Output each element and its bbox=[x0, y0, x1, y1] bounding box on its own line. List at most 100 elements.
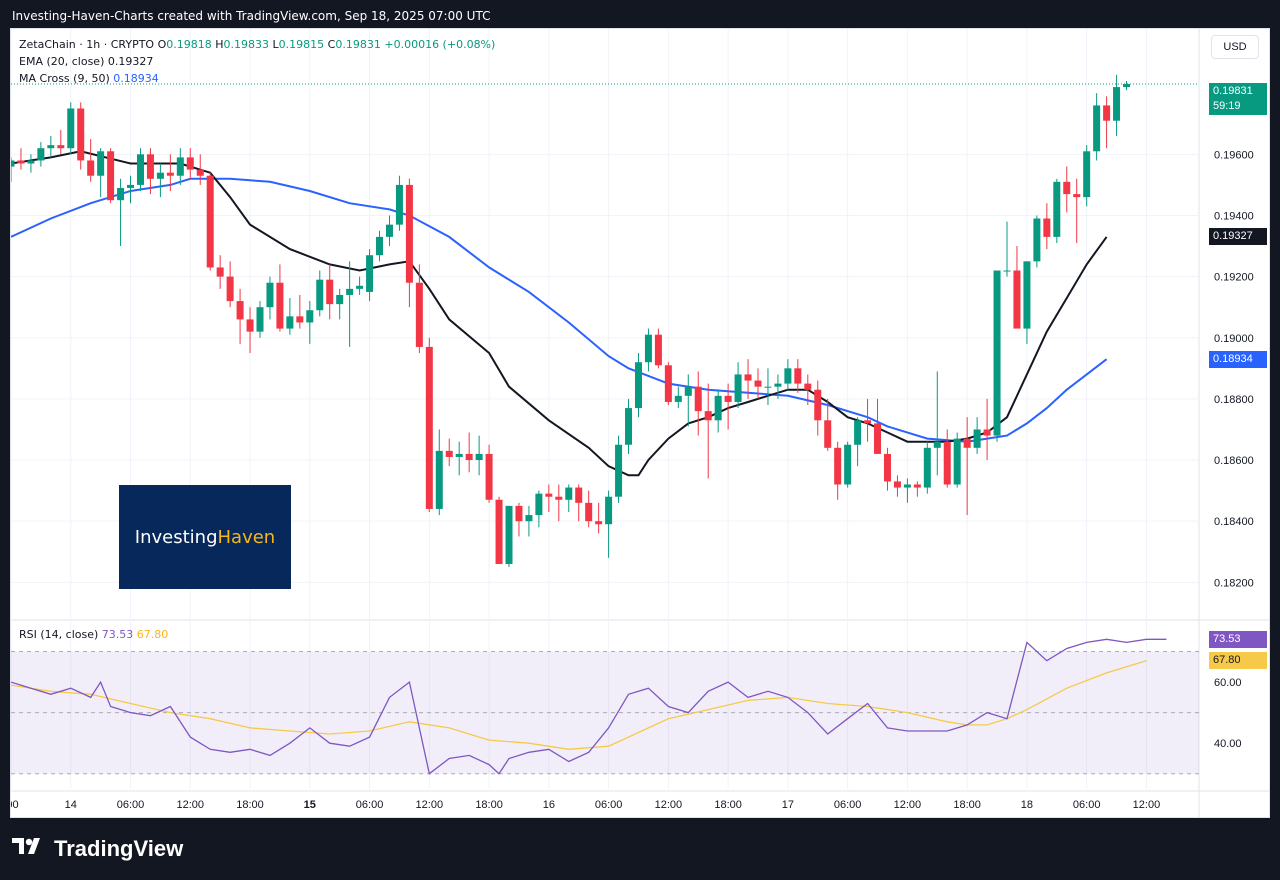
currency-selector[interactable]: USD bbox=[1211, 35, 1259, 59]
time-tick-label: :00 bbox=[11, 799, 19, 811]
legend-ma-value: 0.18934 bbox=[113, 72, 159, 85]
candle-body bbox=[605, 496, 613, 525]
candle-body bbox=[236, 301, 244, 320]
ma-cross-line bbox=[11, 177, 1108, 443]
candle-body bbox=[794, 368, 802, 384]
candle-body bbox=[306, 310, 314, 323]
candle-body bbox=[336, 294, 344, 305]
candle-body bbox=[804, 383, 812, 390]
time-tick-label: 06:00 bbox=[1073, 799, 1101, 811]
candle-body bbox=[176, 157, 184, 176]
candle-body bbox=[87, 160, 95, 176]
candle-body bbox=[983, 429, 991, 436]
candle-body bbox=[883, 453, 891, 482]
candle-body bbox=[465, 453, 473, 461]
candle-body bbox=[1083, 151, 1091, 198]
candle-body bbox=[405, 184, 413, 283]
time-tick-label: 06:00 bbox=[117, 799, 145, 811]
time-tick-label: 12:00 bbox=[177, 799, 205, 811]
candle-body bbox=[1093, 105, 1101, 152]
ma-price-label: 0.18934 bbox=[1209, 350, 1267, 368]
rsi-tick-label: 60.00 bbox=[1214, 677, 1242, 689]
candle-body bbox=[316, 279, 324, 311]
time-tick-label: 14 bbox=[65, 799, 77, 811]
time-tick-label: 18:00 bbox=[714, 799, 742, 811]
candle-body bbox=[535, 493, 543, 516]
candle-body bbox=[146, 154, 154, 179]
candle-body bbox=[1013, 270, 1021, 329]
candle-body bbox=[953, 438, 961, 485]
candle-body bbox=[37, 148, 45, 161]
chart-caption: Investing-Haven-Charts created with Trad… bbox=[12, 9, 491, 23]
candle-body bbox=[724, 395, 732, 402]
price-tick-label: 0.19000 bbox=[1214, 333, 1254, 345]
candle-body bbox=[654, 334, 662, 366]
candle-body bbox=[684, 386, 692, 396]
legend-ema[interactable]: EMA (20, close) 0.19327 bbox=[19, 55, 153, 68]
candle-body bbox=[166, 172, 174, 176]
legend-ema-value: 0.19327 bbox=[107, 55, 154, 68]
candle-body bbox=[485, 453, 493, 500]
candle-body bbox=[425, 346, 433, 509]
investinghaven-watermark: Investing Haven bbox=[119, 485, 291, 589]
candle-body bbox=[455, 453, 463, 457]
candle-body bbox=[625, 408, 633, 445]
price-tick-label: 0.19200 bbox=[1214, 272, 1254, 284]
candle-body bbox=[326, 279, 334, 305]
candle-body bbox=[585, 502, 593, 522]
legend-rsi[interactable]: RSI (14, close) 73.53 67.80 bbox=[19, 628, 168, 641]
chart-frame[interactable]: 0.19600 0.19400 0.19200 0.19000 0.18800 0.186… bbox=[10, 28, 1270, 818]
time-tick-label: 18 bbox=[1021, 799, 1033, 811]
candle-body bbox=[107, 151, 115, 201]
price-tick-label: 0.18800 bbox=[1214, 394, 1254, 406]
candle-body bbox=[644, 334, 652, 363]
tradingview-name: TradingView bbox=[54, 836, 184, 861]
candle-body bbox=[1043, 218, 1051, 237]
last-price-label: 0.19831 59:19 bbox=[1209, 82, 1267, 115]
legend-high: 0.19833 bbox=[223, 38, 270, 51]
candle-body bbox=[206, 175, 214, 268]
candle-body bbox=[515, 505, 523, 522]
price-tick-label: 0.18600 bbox=[1214, 455, 1254, 467]
candle-body bbox=[993, 270, 1001, 436]
tradingview-brand[interactable]: TradingView bbox=[12, 836, 183, 862]
candle-body bbox=[634, 362, 642, 409]
candle-body bbox=[545, 493, 553, 497]
candle-body bbox=[196, 169, 204, 176]
price-tick-label: 0.18200 bbox=[1214, 577, 1254, 589]
legend-open: 0.19818 bbox=[166, 38, 212, 51]
time-tick-label: 16 bbox=[543, 799, 555, 811]
candle-body bbox=[575, 487, 583, 503]
candle-body bbox=[117, 187, 125, 201]
candle-body bbox=[77, 108, 85, 161]
tradingview-logo-icon bbox=[12, 836, 46, 862]
legend-rsi-value: 73.53 bbox=[101, 628, 134, 641]
candle-body bbox=[764, 386, 772, 388]
candle-body bbox=[973, 429, 981, 448]
time-tick-label: 12:00 bbox=[1133, 799, 1161, 811]
time-tick-label: 12:00 bbox=[894, 799, 922, 811]
candle-body bbox=[933, 441, 941, 448]
candle-body bbox=[903, 484, 911, 488]
time-tick-label: 06:00 bbox=[595, 799, 623, 811]
candle-body bbox=[754, 380, 762, 387]
candle-body bbox=[1033, 218, 1041, 262]
candle-body bbox=[1113, 87, 1121, 121]
candle-body bbox=[495, 499, 503, 564]
legend-ma[interactable]: MA Cross (9, 50) 0.18934 bbox=[19, 72, 159, 85]
time-tick-label: 06:00 bbox=[356, 799, 384, 811]
candle-body bbox=[864, 420, 872, 424]
time-tick-label: 18:00 bbox=[475, 799, 503, 811]
candle-body bbox=[1103, 105, 1111, 121]
candle-body bbox=[1053, 181, 1061, 237]
time-tick-label: 12:00 bbox=[655, 799, 683, 811]
price-chart[interactable]: 0.19600 0.19400 0.19200 0.19000 0.18800 0.186… bbox=[11, 29, 1269, 817]
legend-rsi-ma-value: 67.80 bbox=[136, 628, 169, 641]
candle-body bbox=[814, 389, 822, 421]
price-tick-label: 0.19600 bbox=[1214, 149, 1254, 161]
time-tick-label: 12:00 bbox=[416, 799, 444, 811]
candle-body bbox=[385, 224, 393, 237]
candle-body bbox=[366, 255, 374, 292]
price-tick-label: 0.18400 bbox=[1214, 516, 1254, 528]
candle-body bbox=[415, 282, 423, 347]
